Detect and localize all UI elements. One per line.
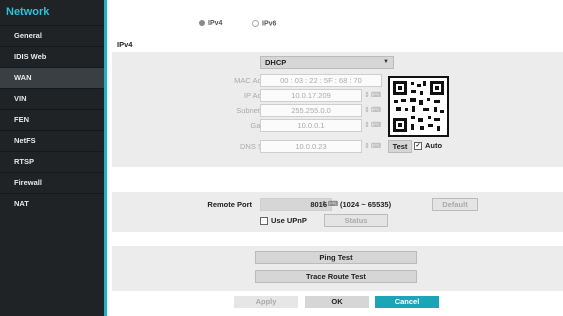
radio-unselected-icon xyxy=(252,20,259,27)
use-upnp-checkbox[interactable]: Use UPnP xyxy=(260,216,307,226)
sidebar-item-fen[interactable]: FEN xyxy=(0,109,104,130)
main-panel: IPv4 IPv6 IPv4 Type DHCP ▼ MAC Address 0… xyxy=(107,0,563,316)
cancel-button[interactable]: Cancel xyxy=(375,296,439,308)
sidebar-item-wan[interactable]: WAN xyxy=(0,67,104,88)
sidebar-item-rtsp[interactable]: RTSP xyxy=(0,151,104,172)
sidebar-item-firewall[interactable]: Firewall xyxy=(0,172,104,193)
up-down-arrows-icon[interactable]: ⇕ xyxy=(321,200,327,208)
sidebar: Network General IDIS Web WAN VIN FEN Net… xyxy=(0,0,104,316)
section-title: IPv4 xyxy=(117,40,133,49)
keyboard-icon[interactable]: ⌨ xyxy=(371,121,381,129)
ipv4-settings-panel: Type DHCP ▼ MAC Address 00 : 03 : 22 : 5… xyxy=(112,52,563,167)
remote-port-panel: Remote Port 8016 ⇕ ⌨ (1024 ~ 65535) Defa… xyxy=(112,192,563,232)
upnp-status-button[interactable]: Status xyxy=(324,214,388,227)
network-tests-panel: Ping Test Trace Route Test xyxy=(112,246,563,291)
auto-checkbox[interactable]: ✓ Auto xyxy=(414,141,443,151)
type-select-value: DHCP xyxy=(265,58,287,67)
use-upnp-label: Use UPnP xyxy=(271,216,307,225)
sidebar-title: Network xyxy=(6,6,50,18)
ip-field[interactable]: 10.0.17.209 xyxy=(260,89,362,102)
sidebar-item-netfs[interactable]: NetFS xyxy=(0,130,104,151)
type-select[interactable]: DHCP ▼ xyxy=(260,56,394,69)
apply-button[interactable]: Apply xyxy=(234,296,298,308)
dns-test-button[interactable]: Test xyxy=(388,140,412,153)
keyboard-icon[interactable]: ⌨ xyxy=(371,142,381,150)
keyboard-icon[interactable]: ⌨ xyxy=(371,106,381,114)
ip-version-tabs: IPv4 IPv6 xyxy=(107,20,563,32)
dns-field[interactable]: 10.0.0.23 xyxy=(260,140,362,153)
port-range-text: (1024 ~ 65535) xyxy=(340,200,392,209)
radio-selected-icon xyxy=(199,20,205,27)
trace-route-test-button[interactable]: Trace Route Test xyxy=(255,270,417,283)
qr-code-icon xyxy=(388,76,449,137)
ping-test-button[interactable]: Ping Test xyxy=(255,251,417,264)
sidebar-item-vin[interactable]: VIN xyxy=(0,88,104,109)
chevron-down-icon: ▼ xyxy=(383,59,389,65)
tab-ipv4-label: IPv4 xyxy=(208,20,223,27)
tab-ipv6[interactable]: IPv6 xyxy=(252,20,276,27)
keyboard-icon[interactable]: ⌨ xyxy=(371,91,381,99)
checkbox-unchecked-icon xyxy=(260,217,268,226)
default-button[interactable]: Default xyxy=(432,198,478,211)
checkbox-checked-icon: ✓ xyxy=(414,142,422,151)
keyboard-icon[interactable]: ⌨ xyxy=(328,200,338,208)
up-down-arrows-icon[interactable]: ⇕ xyxy=(364,106,370,114)
sidebar-item-idis-web[interactable]: IDIS Web xyxy=(0,46,104,67)
sidebar-item-nat[interactable]: NAT xyxy=(0,193,104,214)
sidebar-list: General IDIS Web WAN VIN FEN NetFS RTSP … xyxy=(0,25,104,214)
up-down-arrows-icon[interactable]: ⇕ xyxy=(364,121,370,129)
gateway-field[interactable]: 10.0.0.1 xyxy=(260,119,362,132)
remote-port-label: Remote Port xyxy=(207,200,252,209)
up-down-arrows-icon[interactable]: ⇕ xyxy=(364,91,370,99)
tab-ipv6-label: IPv6 xyxy=(262,20,277,28)
ok-button[interactable]: OK xyxy=(305,296,369,308)
up-down-arrows-icon[interactable]: ⇕ xyxy=(364,142,370,150)
mac-field: 00 : 03 : 22 : 5F : 68 : 70 xyxy=(260,74,382,87)
subnet-field[interactable]: 255.255.0.0 xyxy=(260,104,362,117)
sidebar-item-general[interactable]: General xyxy=(0,25,104,46)
tab-ipv4[interactable]: IPv4 xyxy=(199,20,222,27)
auto-label: Auto xyxy=(425,141,443,150)
